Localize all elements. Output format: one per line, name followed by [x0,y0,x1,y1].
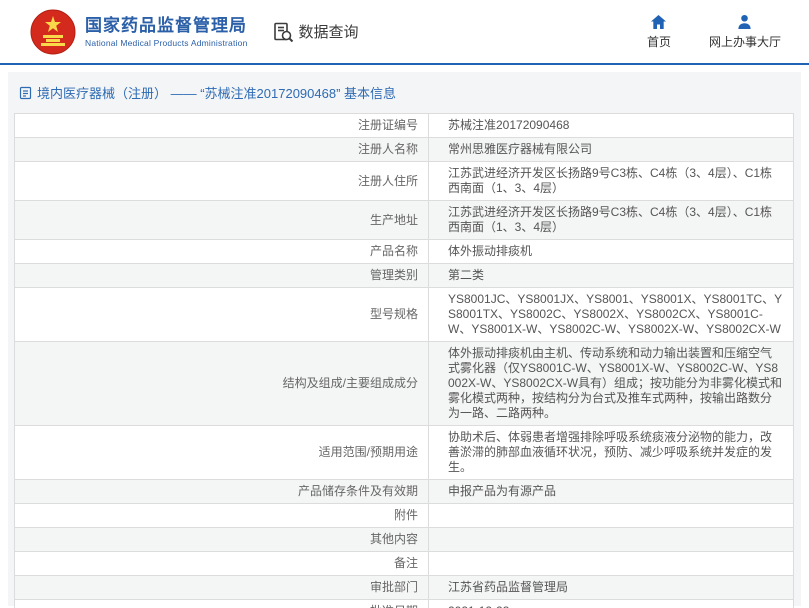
agency-name-cn: 国家药品监督管理局 [85,15,247,35]
row-value: YS8001JC、YS8001JX、YS8001、YS8001X、YS8001T… [428,287,794,342]
table-row: 管理类别 第二类 [14,263,794,288]
row-value: 常州思雅医疗器械有限公司 [428,137,794,162]
row-label: 审批部门 [14,575,429,600]
table-row: 备注 [14,551,794,576]
row-value: 江苏武进经济开发区长扬路9号C3栋、C4栋（3、4层）、C1栋西南面（1、3、4… [428,161,794,201]
row-label: 注册证编号 [14,113,429,138]
breadcrumb-text: 境内医疗器械（注册） —— “苏械注准20172090468” 基本信息 [37,86,397,101]
row-label: 注册人住所 [14,161,429,201]
nav-service-hall-label: 网上办事大厅 [708,34,781,49]
row-value: 体外振动排痰机 [428,239,794,264]
row-value: 2021-12-23 [428,599,794,608]
site-header: 国家药品监督管理局 National Medical Products Admi… [0,0,809,65]
breadcrumb: 境内医疗器械（注册） —— “苏械注准20172090468” 基本信息 [8,72,801,112]
row-label: 产品名称 [14,239,429,264]
table-row: 结构及组成/主要组成成分 体外振动排痰机由主机、传动系统和动力输出装置和压缩空气式… [14,341,794,426]
table-row: 产品名称 体外振动排痰机 [14,239,794,264]
table-row: 型号规格 YS8001JC、YS8001JX、YS8001、YS8001X、YS8… [14,287,794,342]
table-row: 审批部门 江苏省药品监督管理局 [14,575,794,600]
row-label: 其他内容 [14,527,429,552]
row-label: 生产地址 [14,200,429,240]
table-row: 批准日期2021-12-23 [14,599,794,608]
table-row: 注册证编号 苏械注准20172090468 [14,113,794,138]
row-label: 结构及组成/主要组成成分 [14,341,429,426]
table-row: 适用范围/预期用途 协助术后、体弱患者增强排除呼吸系统痰液分泌物的能力，改善淤滞的… [14,425,794,480]
row-label: 批准日期 [14,599,429,608]
row-value [428,527,794,552]
row-value [428,551,794,576]
emblem-logo [30,9,76,55]
table-row: 注册人名称 常州思雅医疗器械有限公司 [14,137,794,162]
detail-table: 注册证编号 苏械注准20172090468 注册人名称 常州思雅医疗器械有限公司 注册人… [14,113,794,608]
brand-text: 国家药品监督管理局 National Medical Products Admi… [85,16,248,48]
header-nav: 首页 网上办事大厅 [647,14,781,50]
data-query-label: 数据查询 [298,24,359,41]
nav-home[interactable]: 首页 [647,14,671,50]
row-label: 备注 [14,551,429,576]
agency-name-en: National Medical Products Administration [85,37,248,48]
row-value [428,503,794,528]
row-value: 第二类 [428,263,794,288]
data-query-icon [272,21,294,43]
brand[interactable]: 国家药品监督管理局 National Medical Products Admi… [30,9,248,55]
table-row: 生产地址 江苏武进经济开发区长扬路9号C3栋、C4栋（3、4层）、C1栋西南面（1… [14,200,794,240]
data-query-section[interactable]: 数据查询 [272,21,359,43]
row-value: 江苏省药品监督管理局 [428,575,794,600]
content-panel: 境内医疗器械（注册） —— “苏械注准20172090468” 基本信息 注册证… [8,72,801,608]
row-value: 体外振动排痰机由主机、传动系统和动力输出装置和压缩空气式雾化器（仅YS8001C… [428,341,794,426]
row-label: 型号规格 [14,287,429,342]
row-value: 申报产品为有源产品 [428,479,794,504]
table-row: 其他内容 [14,527,794,552]
home-icon [650,14,667,30]
row-value: 江苏武进经济开发区长扬路9号C3栋、C4栋（3、4层）、C1栋西南面（1、3、4… [428,200,794,240]
row-label: 适用范围/预期用途 [14,425,429,480]
row-label: 管理类别 [14,263,429,288]
document-icon [19,86,32,100]
table-row: 注册人住所 江苏武进经济开发区长扬路9号C3栋、C4栋（3、4层）、C1栋西南面（… [14,161,794,201]
table-row: 附件 [14,503,794,528]
nav-home-label: 首页 [646,34,671,49]
row-label: 注册人名称 [14,137,429,162]
user-icon [736,14,753,30]
table-row: 产品储存条件及有效期 申报产品为有源产品 [14,479,794,504]
row-value: 协助术后、体弱患者增强排除呼吸系统痰液分泌物的能力，改善淤滞的肺部血液循环状况，… [428,425,794,480]
nav-service-hall[interactable]: 网上办事大厅 [709,14,781,50]
row-label: 附件 [14,503,429,528]
row-value: 苏械注准20172090468 [428,113,794,138]
row-label: 产品储存条件及有效期 [14,479,429,504]
